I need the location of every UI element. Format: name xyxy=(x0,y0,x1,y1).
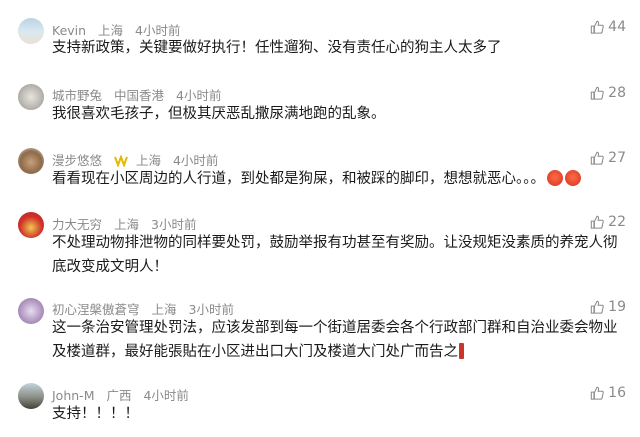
timestamp: 4小时前 xyxy=(143,388,189,403)
comment-text: 看看现在小区周边的人行道，到处都是狗屎，和被踩的脚印，想想就恶心。。。 xyxy=(52,167,624,191)
like-button[interactable]: 27 xyxy=(590,150,626,166)
username[interactable]: 城市野兔 xyxy=(52,88,102,103)
avatar[interactable] xyxy=(18,212,44,238)
location: 上海 xyxy=(114,217,140,232)
like-button[interactable]: 22 xyxy=(590,214,626,230)
username[interactable]: 力大无穷 xyxy=(52,217,102,232)
comment-text: 我很喜欢毛孩子，但极其厌恶乱撒尿满地跑的乱象。 xyxy=(52,106,386,122)
avatar[interactable] xyxy=(18,383,44,409)
like-count: 22 xyxy=(608,214,626,230)
username[interactable]: John-M xyxy=(52,388,94,403)
location: 广西 xyxy=(106,388,132,403)
thumbs-up-icon xyxy=(590,151,604,165)
username[interactable]: 初心涅槃傲蒼穹 xyxy=(52,302,140,317)
thumbs-up-icon xyxy=(590,86,604,100)
like-count: 44 xyxy=(608,19,626,35)
like-button[interactable]: 28 xyxy=(590,85,626,101)
comment-text: 支持！！！！ xyxy=(52,406,139,422)
vip-badge-icon xyxy=(114,155,128,167)
angry-face-emoji-icon xyxy=(547,170,563,186)
avatar[interactable] xyxy=(18,298,44,324)
thumbs-up-icon xyxy=(590,386,604,400)
comment-text: 这一条治安管理处罚法，应该发部到每一个街道居委会各个行政部门群和自治业委会物业及… xyxy=(52,316,624,364)
avatar[interactable] xyxy=(18,148,44,174)
comment-text: 不处理动物排泄物的同样要处罚，鼓励举报有功甚至有奖励。让没规矩没素质的养宠人彻底… xyxy=(52,235,618,275)
like-count: 16 xyxy=(608,385,626,401)
avatar[interactable] xyxy=(18,84,44,110)
timestamp: 3小时前 xyxy=(188,302,234,317)
like-button[interactable]: 16 xyxy=(590,385,626,401)
location: 中国香港 xyxy=(114,88,165,103)
timestamp: 4小时前 xyxy=(176,88,222,103)
comment-text-content: 这一条治安管理处罚法，应该发部到每一个街道居委会各个行政部门群和自治业委会物业及… xyxy=(52,320,618,360)
thumbs-up-icon xyxy=(590,300,604,314)
username[interactable]: 漫步悠悠 xyxy=(52,153,102,168)
thumbs-up-icon xyxy=(590,20,604,34)
like-count: 28 xyxy=(608,85,626,101)
comment-text-content: 看看现在小区周边的人行道，到处都是狗屎，和被踩的脚印，想想就恶心。。。 xyxy=(52,171,545,187)
timestamp: 4小时前 xyxy=(172,153,219,168)
like-button[interactable]: 44 xyxy=(590,19,626,35)
location: 上海 xyxy=(151,302,177,317)
thumbs-up-icon xyxy=(590,215,604,229)
location: 上海 xyxy=(135,153,161,168)
like-count: 19 xyxy=(608,299,626,315)
exclamation-mark-emoji-icon xyxy=(459,343,464,359)
like-count: 27 xyxy=(608,150,626,166)
timestamp: 3小时前 xyxy=(151,217,197,232)
comment-text: 支持新政策，关键要做好执行！任性遛狗、没有责任心的狗主人太多了 xyxy=(52,40,502,56)
like-button[interactable]: 19 xyxy=(590,299,626,315)
avatar[interactable] xyxy=(18,18,44,44)
angry-face-emoji-icon xyxy=(565,170,581,186)
